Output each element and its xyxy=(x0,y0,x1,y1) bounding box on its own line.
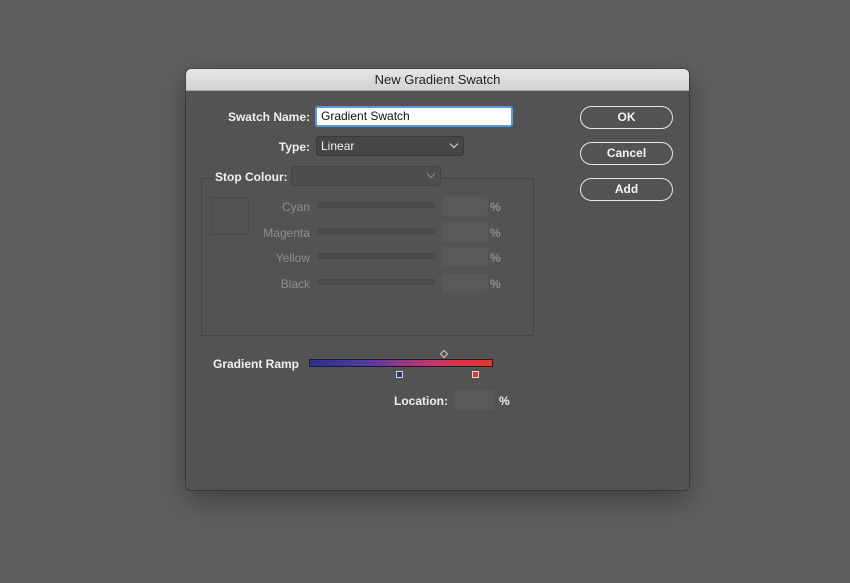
chevron-down-icon xyxy=(449,139,459,149)
gradient-ramp[interactable] xyxy=(309,359,493,367)
gradient-ramp-label: Gradient Ramp xyxy=(213,357,300,371)
add-button[interactable]: Add xyxy=(580,178,673,201)
black-slider[interactable] xyxy=(318,279,435,285)
ok-button[interactable]: OK xyxy=(580,106,673,129)
yellow-slider[interactable] xyxy=(318,253,435,259)
yellow-unit: % xyxy=(490,251,501,265)
swatch-name-label: Swatch Name: xyxy=(227,110,310,124)
stop-colour-select[interactable] xyxy=(291,166,441,186)
magenta-input[interactable] xyxy=(442,222,488,242)
stop-colour-label: Stop Colour: xyxy=(213,170,290,184)
magenta-label: Magenta xyxy=(263,226,310,240)
magenta-unit: % xyxy=(490,226,501,240)
cyan-input[interactable] xyxy=(442,196,488,216)
gradient-stop-end[interactable] xyxy=(472,371,479,378)
dialog-title[interactable]: New Gradient Swatch xyxy=(186,69,689,91)
black-label: Black xyxy=(280,277,310,291)
midpoint-diamond-icon[interactable] xyxy=(439,349,449,359)
new-gradient-swatch-dialog: New Gradient Swatch Swatch Name: Gradien… xyxy=(186,69,689,490)
black-input[interactable] xyxy=(442,273,488,293)
cyan-unit: % xyxy=(490,200,501,214)
swatch-name-input[interactable]: Gradient Swatch xyxy=(315,106,513,127)
location-input[interactable] xyxy=(454,390,495,410)
magenta-slider[interactable] xyxy=(318,228,435,234)
gradient-stop-start[interactable] xyxy=(396,371,403,378)
type-label: Type: xyxy=(278,140,310,154)
cyan-slider[interactable] xyxy=(318,202,435,208)
type-select-value: Linear xyxy=(321,139,355,153)
cyan-label: Cyan xyxy=(281,200,310,214)
black-unit: % xyxy=(490,277,501,291)
stop-colour-preview xyxy=(211,197,249,235)
yellow-input[interactable] xyxy=(442,247,488,267)
location-label: Location: xyxy=(394,394,448,408)
type-select[interactable]: Linear xyxy=(316,136,464,156)
chevron-down-icon xyxy=(426,169,436,179)
yellow-label: Yellow xyxy=(275,251,310,265)
location-unit: % xyxy=(499,394,510,408)
cancel-button[interactable]: Cancel xyxy=(580,142,673,165)
